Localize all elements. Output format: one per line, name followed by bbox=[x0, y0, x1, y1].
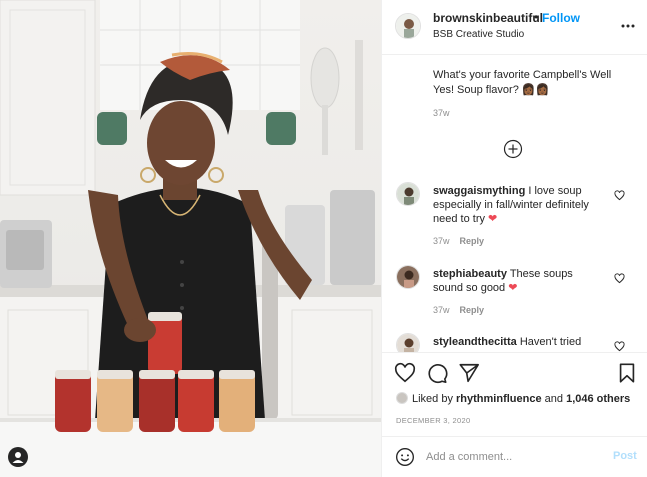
post-date[interactable]: DECEMBER 3, 2020 bbox=[396, 416, 470, 425]
comment-timestamp[interactable]: 37w bbox=[433, 305, 450, 315]
like-heart-icon[interactable] bbox=[394, 362, 416, 384]
post-photo-illustration bbox=[0, 0, 381, 477]
follow-button[interactable]: Follow bbox=[542, 11, 580, 25]
load-more-comments-icon[interactable] bbox=[503, 139, 523, 159]
caption-timestamp[interactable]: 37w bbox=[433, 108, 450, 118]
post-actions: Liked by rhythminfluence and 1,046 other… bbox=[382, 352, 647, 436]
comment-username[interactable]: stephiabeauty bbox=[433, 268, 507, 280]
comment-timestamp[interactable]: 37w bbox=[433, 236, 450, 246]
comment-text: stephiabeauty These soups sound so good … bbox=[433, 267, 603, 295]
likes-count[interactable]: 1,046 others bbox=[566, 393, 630, 405]
comment-meta: 37w Reply bbox=[433, 236, 484, 246]
likes-summary: Liked by rhythminfluence and 1,046 other… bbox=[396, 392, 630, 405]
commenter-avatar[interactable] bbox=[396, 182, 420, 206]
comments-list[interactable]: What's your favorite Campbell's Well Yes… bbox=[382, 56, 647, 352]
post-header: brownskinbeautiful • Follow BSB Creative… bbox=[382, 0, 647, 55]
like-comment-heart-icon[interactable] bbox=[614, 271, 625, 284]
comment-text: styleandthecitta Haven't tried bbox=[433, 335, 603, 349]
red-heart-emoji: ❤ bbox=[488, 213, 498, 225]
reply-button[interactable]: Reply bbox=[460, 236, 485, 246]
commenter-avatar[interactable] bbox=[396, 265, 420, 289]
like-comment-heart-icon[interactable] bbox=[614, 339, 625, 352]
liker-avatar[interactable] bbox=[396, 392, 408, 404]
instagram-post: brownskinbeautiful • Follow BSB Creative… bbox=[0, 0, 647, 477]
post-photo[interactable] bbox=[0, 0, 381, 477]
location-link[interactable]: BSB Creative Studio bbox=[433, 29, 524, 40]
red-heart-emoji: ❤ bbox=[508, 282, 518, 294]
likes-prefix: Liked by bbox=[412, 393, 457, 405]
add-comment-bar: Post bbox=[382, 436, 647, 477]
share-paper-plane-icon[interactable] bbox=[458, 362, 480, 384]
comment-username[interactable]: swaggaismything bbox=[433, 185, 525, 197]
comment-bubble-icon[interactable] bbox=[426, 362, 448, 384]
separator-dot: • bbox=[534, 10, 539, 24]
avatar[interactable] bbox=[395, 13, 421, 39]
more-horizontal-icon[interactable] bbox=[620, 18, 636, 34]
liker-username[interactable]: rhythminfluence bbox=[456, 393, 542, 405]
comment-meta: 37w Reply bbox=[433, 305, 484, 315]
caption-text: What's your favorite Campbell's Well Yes… bbox=[433, 69, 612, 96]
post-sidebar: brownskinbeautiful • Follow BSB Creative… bbox=[381, 0, 647, 477]
comment-input[interactable] bbox=[426, 448, 596, 466]
like-comment-heart-icon[interactable] bbox=[614, 188, 625, 201]
user-tag-icon[interactable] bbox=[8, 447, 28, 467]
comment-body: Haven't tried bbox=[519, 336, 582, 348]
commenter-avatar[interactable] bbox=[396, 333, 420, 352]
post-comment-button[interactable]: Post bbox=[613, 450, 637, 462]
likes-middle: and bbox=[541, 393, 567, 405]
save-bookmark-icon[interactable] bbox=[616, 362, 638, 384]
emoji-smiley-icon[interactable] bbox=[395, 447, 415, 467]
comment-text: swaggaismything I love soup especially i… bbox=[433, 184, 603, 226]
comment-username[interactable]: styleandthecitta bbox=[433, 336, 517, 348]
reply-button[interactable]: Reply bbox=[460, 305, 485, 315]
username-link[interactable]: brownskinbeautiful bbox=[433, 11, 543, 25]
